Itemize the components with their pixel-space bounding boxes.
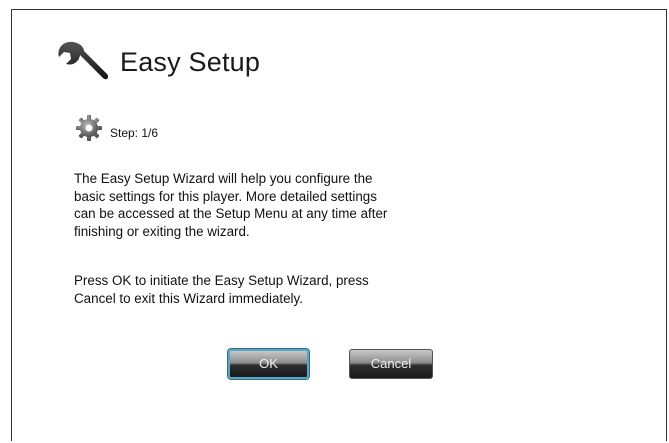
setup-dialog: Easy Setup Step: 1/6 The Easy Setup Wiza…	[11, 9, 667, 441]
cancel-button[interactable]: Cancel	[349, 349, 433, 379]
dialog-header: Easy Setup	[55, 38, 260, 86]
page-title: Easy Setup	[120, 46, 261, 77]
step-indicator: Step: 1/6	[75, 114, 158, 142]
wrench-icon	[58, 41, 109, 80]
gear-icon	[76, 115, 102, 141]
step-label: Step: 1/6	[110, 126, 159, 140]
ok-button-label: OK	[259, 355, 278, 371]
cancel-button-label: Cancel	[370, 355, 412, 371]
ok-button[interactable]: OK	[228, 349, 309, 379]
description-text: The Easy Setup Wizard will help you conf…	[74, 171, 388, 239]
instruction-text: Press OK to initiate the Easy Setup Wiza…	[74, 273, 369, 306]
